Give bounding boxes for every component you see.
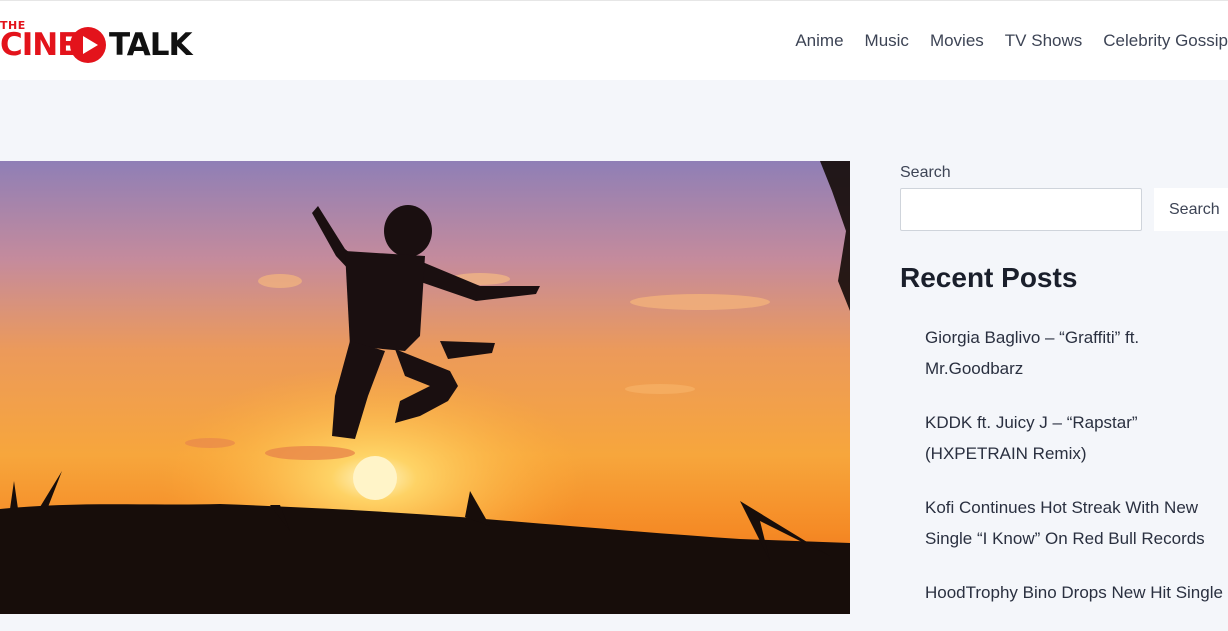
search-input[interactable]	[900, 188, 1142, 231]
logo-talk-text: TALK	[109, 27, 193, 63]
site-header: THE CINE TALK Anime Music Movies TV Show…	[0, 0, 1228, 80]
hero-image[interactable]	[0, 161, 850, 614]
search-button[interactable]: Search	[1154, 188, 1228, 231]
recent-posts-list: Giorgia Baglivo – “Graffiti” ft. Mr.Good…	[925, 322, 1228, 631]
main-nav: Anime Music Movies TV Shows Celebrity Go…	[774, 31, 1228, 53]
recent-post-link[interactable]: KDDK ft. Juicy J – “Rapstar” (HXPETRAIN …	[925, 407, 1228, 469]
nav-celebrity-gossip[interactable]: Celebrity Gossip	[1103, 31, 1228, 53]
play-icon	[70, 27, 106, 63]
sunset-jump-photo	[0, 161, 850, 614]
recent-post-link[interactable]: HoodTrophy Bino Drops New Hit Single	[925, 577, 1228, 608]
nav-movies[interactable]: Movies	[930, 31, 984, 53]
recent-post-link[interactable]: Giorgia Baglivo – “Graffiti” ft. Mr.Good…	[925, 322, 1228, 384]
nav-music[interactable]: Music	[865, 31, 909, 53]
recent-posts-heading: Recent Posts	[900, 262, 1078, 293]
nav-anime[interactable]: Anime	[795, 31, 843, 53]
recent-post-link[interactable]: Kofi Continues Hot Streak With New Singl…	[925, 492, 1228, 554]
site-logo[interactable]: THE CINE TALK	[0, 15, 200, 67]
logo-cine-text: CINE	[0, 27, 78, 63]
search-label: Search	[900, 164, 951, 181]
nav-tv-shows[interactable]: TV Shows	[1005, 31, 1082, 53]
